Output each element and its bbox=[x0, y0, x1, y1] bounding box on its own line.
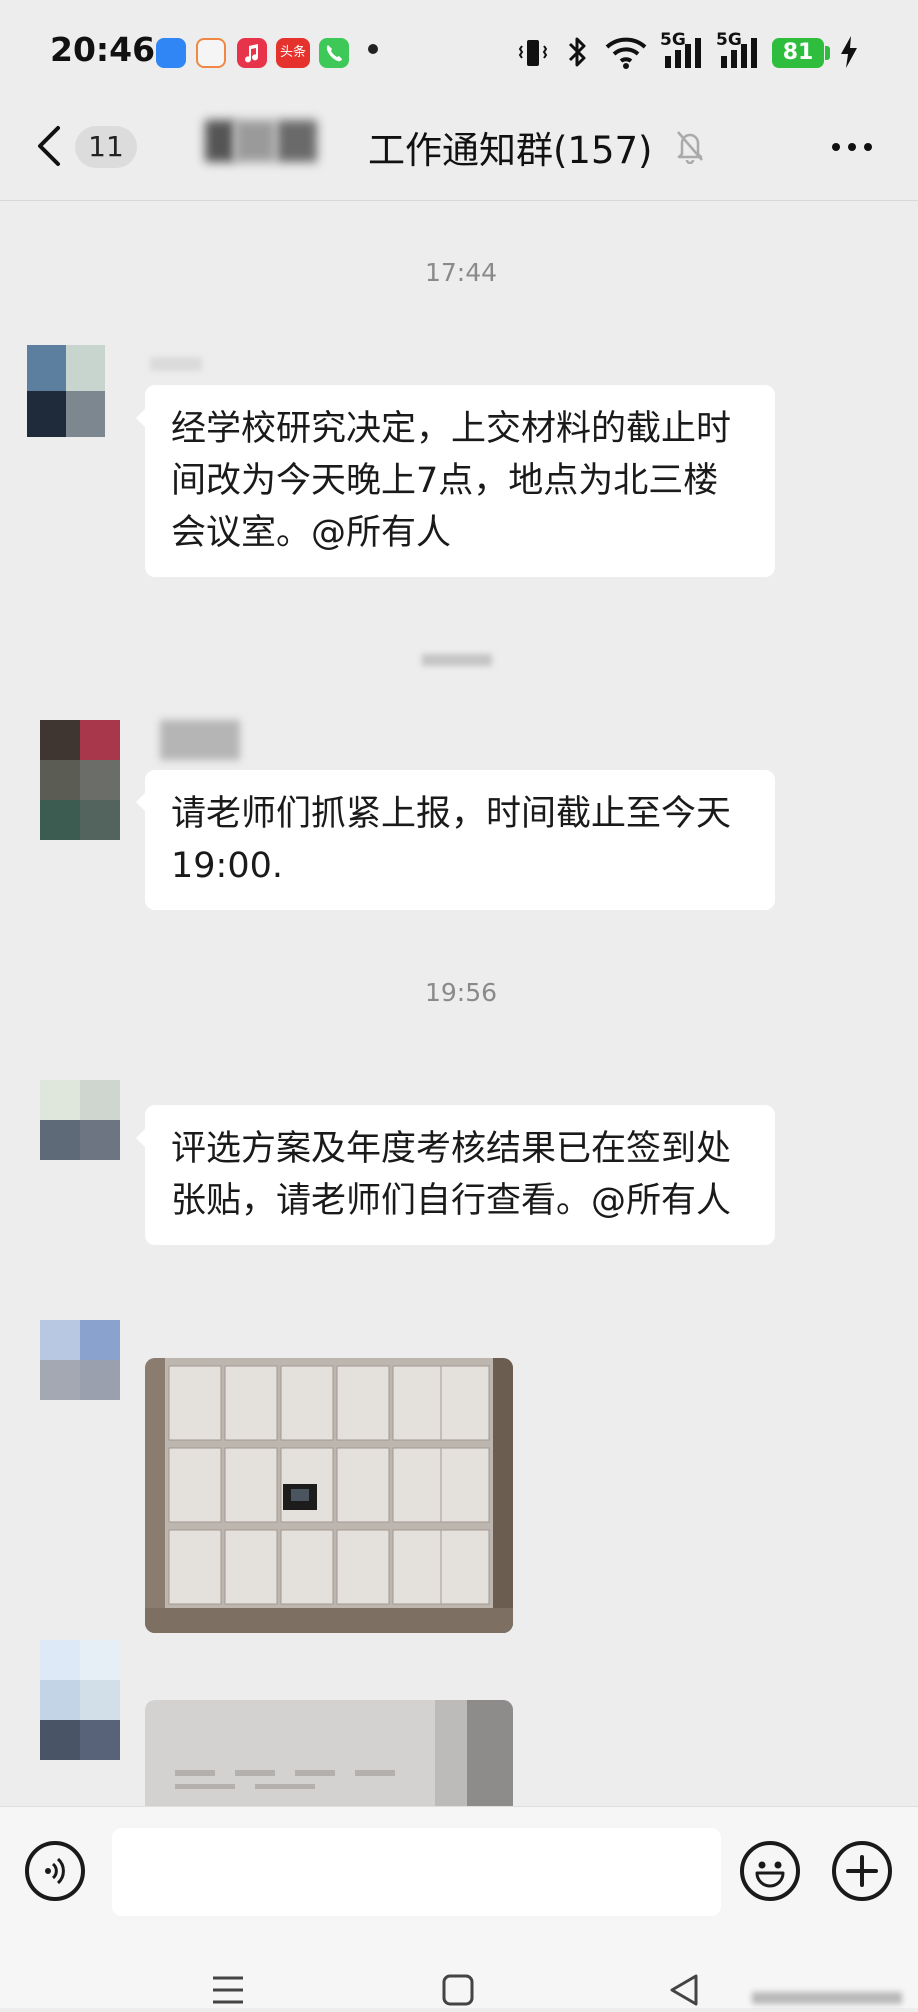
vibrate-icon bbox=[517, 36, 549, 74]
home-icon[interactable] bbox=[440, 1972, 476, 2012]
more-options-button[interactable] bbox=[830, 132, 874, 166]
sender-name bbox=[160, 720, 240, 760]
blurred-avatar-group bbox=[205, 120, 320, 162]
voice-input-button[interactable] bbox=[25, 1841, 85, 1901]
status-time: 20:46 bbox=[50, 30, 156, 69]
more-functions-button[interactable] bbox=[832, 1841, 892, 1901]
browser-icon bbox=[156, 38, 186, 68]
battery-icon: 81 bbox=[772, 38, 824, 68]
blurred-watermark bbox=[752, 1992, 902, 2004]
signal-icon-1 bbox=[663, 38, 707, 72]
sender-avatar[interactable] bbox=[40, 720, 120, 840]
emoji-button[interactable] bbox=[740, 1841, 800, 1901]
back-button[interactable] bbox=[34, 122, 64, 174]
posted-photo[interactable] bbox=[145, 1700, 513, 1806]
sender-name bbox=[150, 357, 202, 371]
photos-icon bbox=[196, 38, 226, 68]
sender-avatar[interactable] bbox=[27, 345, 105, 437]
battery-tip bbox=[825, 46, 830, 60]
sender-avatar[interactable] bbox=[40, 1640, 120, 1760]
timestamp-divider: 19:56 bbox=[425, 978, 498, 1007]
more-notifications-dot bbox=[368, 44, 378, 54]
music-icon bbox=[237, 38, 267, 68]
blurred-system-notice bbox=[422, 654, 492, 666]
charging-icon bbox=[838, 34, 860, 74]
message-bubble[interactable]: 请老师们抓紧上报，时间截止至今天19:00. bbox=[145, 770, 775, 910]
signal-icon-2 bbox=[719, 38, 763, 72]
sender-avatar[interactable] bbox=[40, 1080, 120, 1160]
status-bar: 20:46 头条 5G 5G 81 bbox=[0, 0, 918, 100]
chat-title: 工作通知群(157) bbox=[368, 129, 653, 172]
toutiao-icon: 头条 bbox=[276, 38, 310, 68]
message-bubble[interactable]: 评选方案及年度考核结果已在签到处张贴，请老师们自行查看。@所有人 bbox=[145, 1105, 775, 1245]
timestamp-divider: 17:44 bbox=[425, 258, 498, 287]
sender-avatar[interactable] bbox=[40, 1320, 120, 1400]
posted-photo[interactable] bbox=[145, 1358, 513, 1633]
wifi-icon bbox=[604, 34, 648, 74]
message-bubble[interactable]: 经学校研究决定，上交材料的截止时间改为今天晚上7点，地点为北三楼会议室。@所有人 bbox=[145, 385, 775, 577]
muted-bell-icon bbox=[674, 128, 706, 168]
phone-icon bbox=[319, 38, 349, 68]
bluetooth-icon bbox=[565, 34, 589, 74]
header-divider bbox=[0, 200, 918, 201]
back-nav-icon[interactable] bbox=[666, 1972, 702, 2012]
message-input[interactable] bbox=[112, 1828, 721, 1916]
unread-count-badge[interactable]: 11 bbox=[75, 126, 137, 168]
menu-icon[interactable] bbox=[210, 1972, 246, 2012]
